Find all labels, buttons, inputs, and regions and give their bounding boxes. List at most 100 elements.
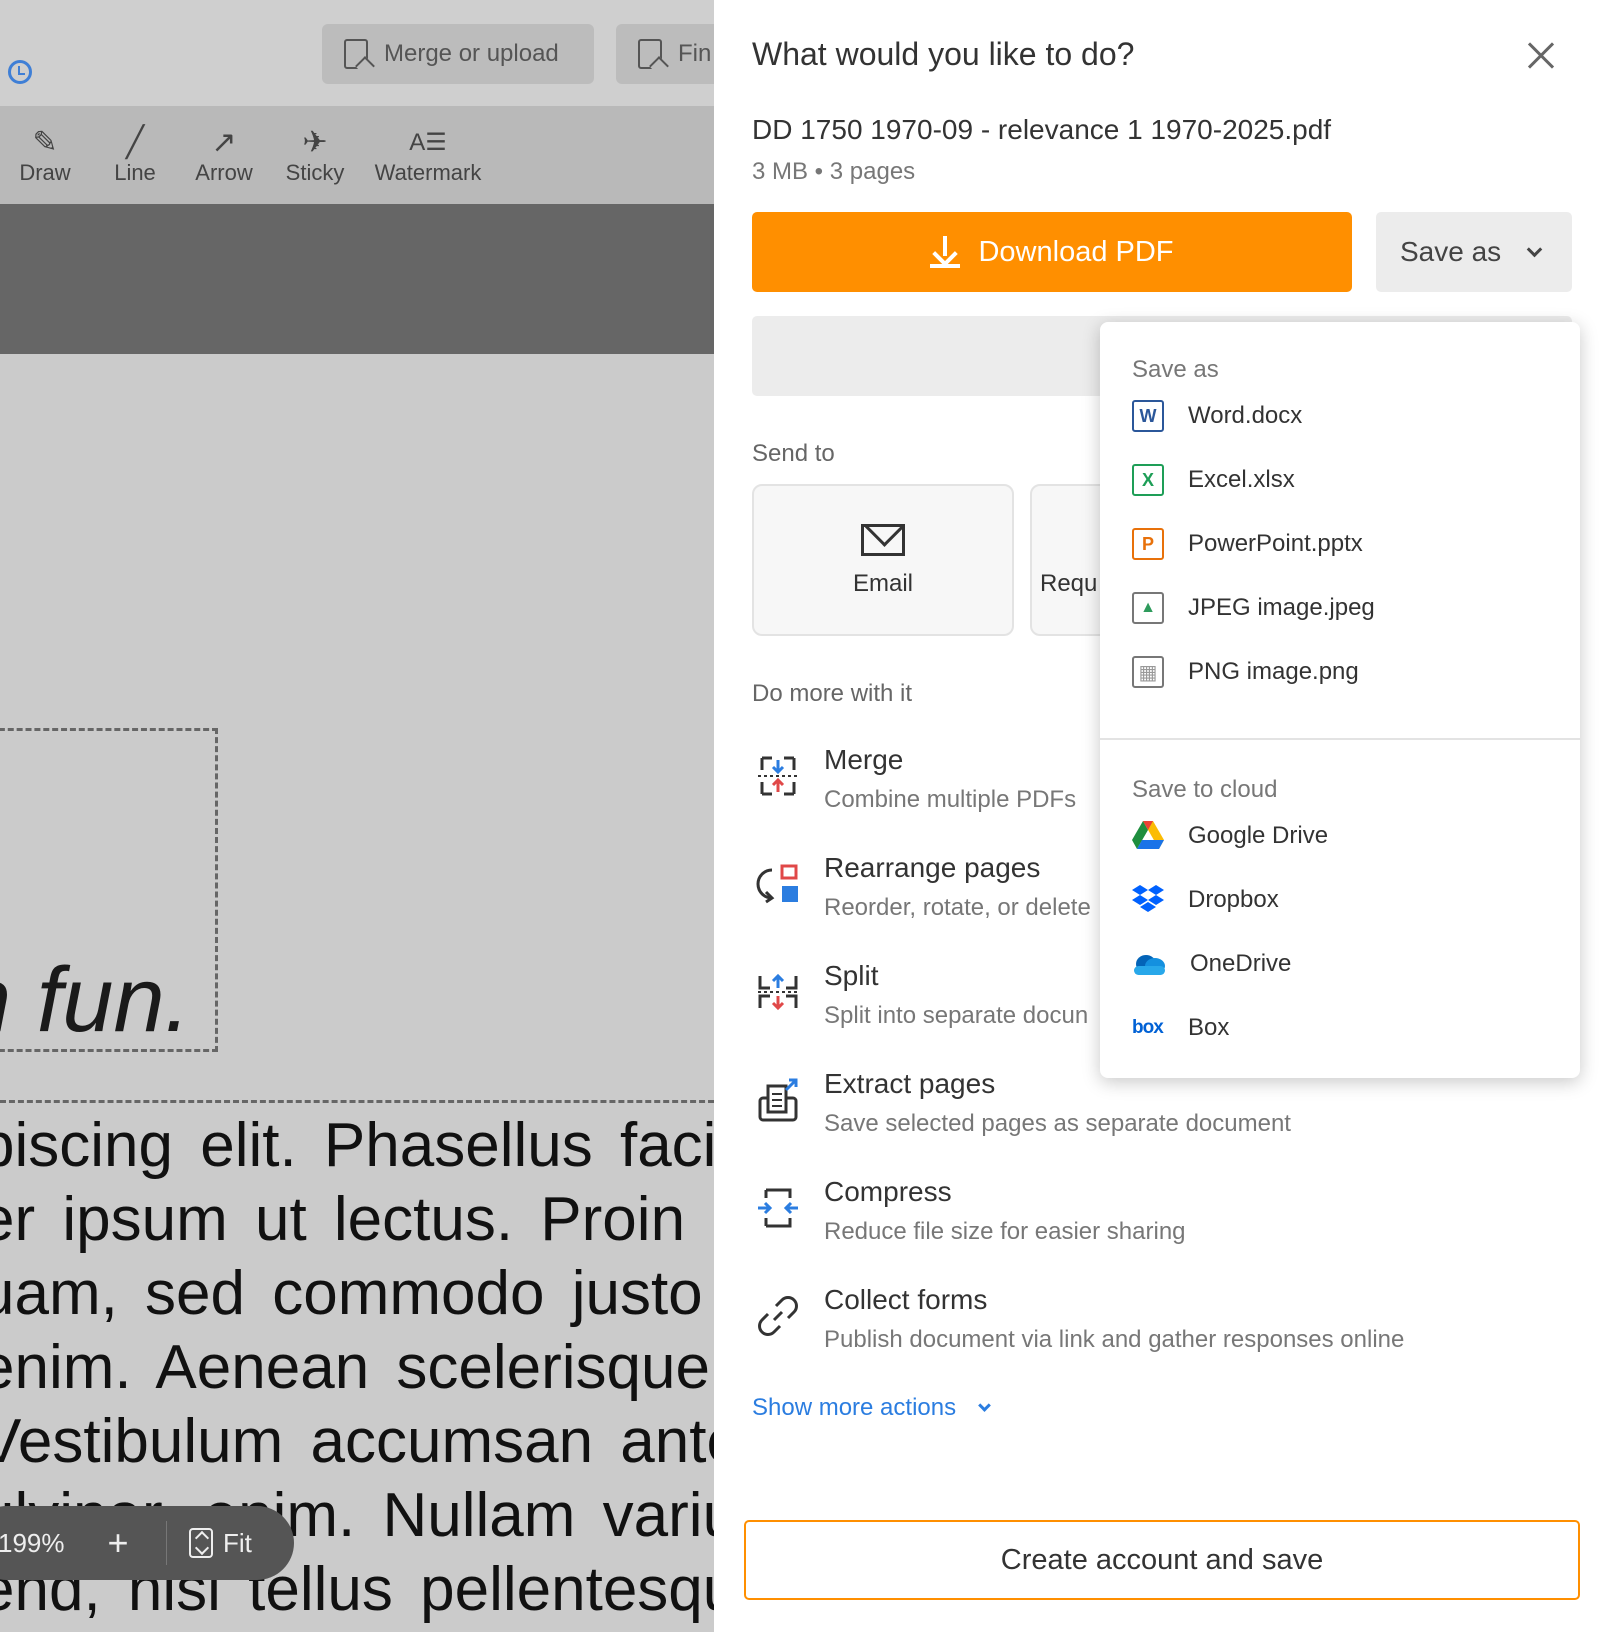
tool-arrow-label: Arrow (195, 160, 253, 185)
tool-watermark[interactable]: A☰ Watermark (370, 126, 486, 186)
rearrange-icon (756, 864, 798, 904)
tool-watermark-label: Watermark (374, 160, 482, 185)
action-split-desc: Split into separate docun (824, 1002, 1089, 1029)
action-split-name: Split (824, 960, 879, 991)
create-account-button[interactable]: Create account and save (744, 1520, 1580, 1600)
do-more-label: Do more with it (752, 680, 913, 707)
dropbox-label: Dropbox (1188, 886, 1279, 913)
history-icon[interactable] (8, 60, 32, 84)
extract-pages-icon (758, 1078, 798, 1122)
powerpoint-icon: P (1132, 528, 1164, 560)
tool-draw-label: Draw (19, 160, 71, 185)
save-as-png-label: PNG image.png (1188, 658, 1359, 685)
tool-line-label: Line (114, 160, 156, 185)
zoom-in-button[interactable]: + (88, 1522, 148, 1564)
action-compress[interactable]: Compress Reduce file size for easier sha… (752, 1176, 1572, 1266)
page-gap (0, 204, 714, 354)
action-extract-desc: Save selected pages as separate document (824, 1110, 1291, 1137)
compress-icon (758, 1188, 798, 1228)
action-merge-desc: Combine multiple PDFs (824, 786, 1077, 813)
action-rearrange-name: Rearrange pages (824, 852, 1041, 883)
save-as-word-label: Word.docx (1188, 402, 1303, 429)
menu-divider (1100, 738, 1580, 740)
show-more-actions-link[interactable]: Show more actions (752, 1394, 991, 1422)
tool-sticky-label: Sticky (285, 160, 345, 185)
doc-text-line: Vestibulum accumsan ante (0, 1407, 714, 1476)
save-as-label: Save as (1400, 236, 1502, 267)
show-more-label: Show more actions (752, 1394, 957, 1421)
tool-sticky[interactable]: ✈ Sticky (284, 126, 346, 186)
word-icon: W (1132, 400, 1164, 432)
watermark-icon: A☰ (409, 129, 447, 156)
action-collect-forms-name: Collect forms (824, 1284, 988, 1315)
send-email-card[interactable]: Email (752, 484, 1014, 636)
save-as-png[interactable]: ▦ PNG image.png (1132, 652, 1359, 692)
doc-text-line: er ipsum ut lectus. Proin alic (0, 1185, 714, 1254)
doc-text-line: piscing elit. Phasellus facilis (0, 1111, 714, 1180)
action-rearrange-desc: Reorder, rotate, or delete (824, 894, 1091, 921)
tool-draw[interactable]: ✎ Draw (14, 126, 76, 186)
create-account-label: Create account and save (1000, 1543, 1324, 1576)
save-to-box[interactable]: box Box (1132, 1008, 1229, 1048)
save-as-jpeg-label: JPEG image.jpeg (1188, 594, 1375, 621)
send-email-label: Email (852, 570, 913, 597)
zoom-control: 199% + Fit (0, 1506, 294, 1580)
doc-heading: n fun. (0, 949, 191, 1051)
save-to-onedrive[interactable]: OneDrive (1132, 944, 1291, 984)
save-as-word[interactable]: W Word.docx (1132, 396, 1302, 436)
editor-topbar: Merge or upload Fin (0, 0, 714, 106)
download-pdf-label: Download PDF (978, 235, 1174, 268)
fit-button[interactable]: Fit (223, 1528, 252, 1559)
action-compress-name: Compress (824, 1176, 952, 1207)
save-as-powerpoint-label: PowerPoint.pptx (1188, 530, 1363, 557)
fit-page-icon (189, 1528, 213, 1558)
send-to-label: Send to (752, 440, 835, 467)
box-label: Box (1188, 1014, 1230, 1041)
zoom-level[interactable]: 199% (0, 1528, 88, 1559)
save-as-dropdown-button[interactable]: Save as (1376, 212, 1572, 292)
find-label: Fin (678, 40, 712, 67)
png-image-icon: ▦ (1132, 656, 1164, 688)
pin-icon: ✈ (302, 126, 328, 159)
find-button[interactable]: Fin (616, 24, 714, 84)
chevron-down-icon (978, 1398, 991, 1412)
line-icon: ╱ (125, 126, 145, 159)
chevron-down-icon (1526, 241, 1543, 257)
save-as-menu: Save as W Word.docx X Excel.xlsx P Power… (1100, 322, 1580, 1078)
save-as-jpeg[interactable]: ▲ JPEG image.jpeg (1132, 588, 1375, 628)
merge-icon (758, 756, 798, 796)
download-pdf-button[interactable]: Download PDF (752, 212, 1352, 292)
action-collect-forms-desc: Publish document via link and gather res… (824, 1326, 1405, 1353)
action-merge-name: Merge (824, 744, 904, 775)
file-search-icon (638, 39, 662, 69)
merge-upload-label: Merge or upload (384, 40, 559, 67)
download-icon (930, 236, 961, 268)
save-as-powerpoint[interactable]: P PowerPoint.pptx (1132, 524, 1363, 564)
tool-line[interactable]: ╱ Line (108, 126, 162, 186)
save-to-google-drive[interactable]: Google Drive (1132, 816, 1328, 856)
excel-icon: X (1132, 464, 1164, 496)
google-drive-icon (1132, 821, 1164, 849)
merge-upload-button[interactable]: Merge or upload (322, 24, 594, 84)
split-icon (758, 973, 798, 1011)
save-to-dropbox[interactable]: Dropbox (1132, 880, 1279, 920)
action-compress-desc: Reduce file size for easier sharing (824, 1218, 1186, 1245)
request-label: Requ (1040, 570, 1098, 597)
action-extract-name: Extract pages (824, 1068, 996, 1099)
save-as-header: Save as (1132, 356, 1219, 383)
dropbox-icon (1132, 885, 1164, 912)
file-name: DD 1750 1970-09 - relevance 1 1970-2025.… (752, 114, 1332, 145)
file-meta: 3 MB • 3 pages (752, 158, 916, 185)
annotation-toolbar: ✎ Draw ╱ Line ↗ Arrow ✈ Sticky A☰ Waterm… (0, 106, 714, 204)
save-as-excel[interactable]: X Excel.xlsx (1132, 460, 1295, 500)
save-as-excel-label: Excel.xlsx (1188, 466, 1295, 493)
jpeg-image-icon: ▲ (1132, 592, 1164, 624)
onedrive-icon (1134, 955, 1165, 975)
action-collect-forms[interactable]: Collect forms Publish document via link … (752, 1284, 1572, 1374)
tool-arrow[interactable]: ↗ Arrow (192, 126, 256, 186)
close-icon[interactable] (1522, 36, 1562, 76)
text-block-border (0, 1100, 714, 1103)
action-extract-pages[interactable]: Extract pages Save selected pages as sep… (752, 1068, 1572, 1158)
zoom-divider (166, 1521, 167, 1565)
save-to-cloud-header: Save to cloud (1132, 776, 1278, 803)
